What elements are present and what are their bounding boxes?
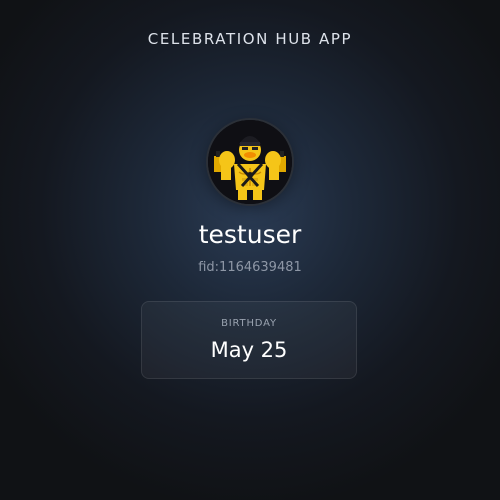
birthday-card: BIRTHDAY May 25 <box>141 301 357 379</box>
username: testuser <box>198 220 302 249</box>
fid-label: fid:1164639481 <box>198 260 302 275</box>
muscular-duck-avatar-icon <box>208 120 292 204</box>
avatar <box>208 120 292 204</box>
birthday-value: May 25 <box>210 338 288 362</box>
app-title: CELEBRATION HUB APP <box>147 30 353 48</box>
birthday-label: BIRTHDAY <box>221 318 277 329</box>
